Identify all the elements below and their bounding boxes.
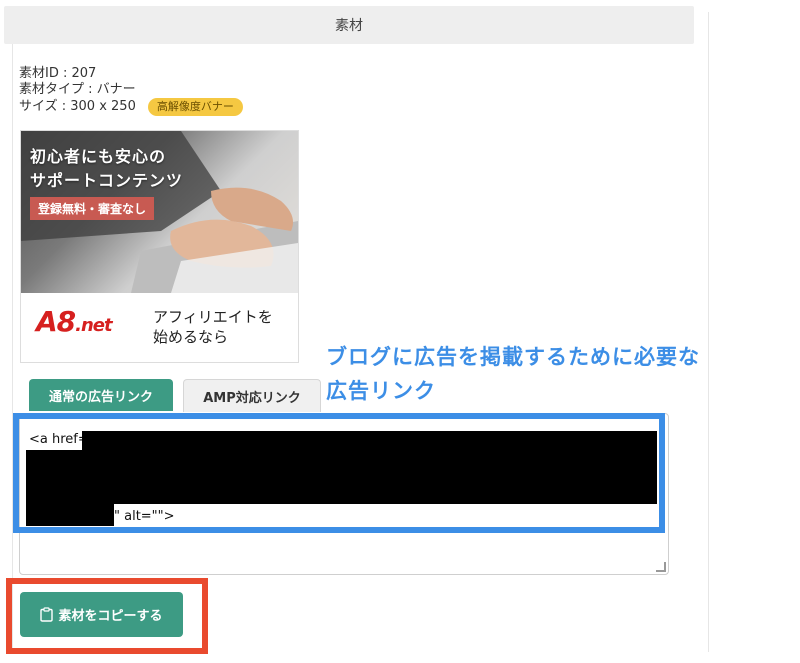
- material-type: 素材タイプ : バナー: [19, 82, 136, 97]
- banner-cta-line-1: アフィリエイトを: [153, 308, 273, 326]
- material-id: 素材ID : 207: [19, 66, 97, 81]
- annotation-line-2: 広告リンク: [326, 379, 436, 403]
- banner-tag: 登録無料・審査なし: [30, 197, 155, 220]
- banner-cta-line-2: 始めるなら: [153, 328, 229, 346]
- a8net-logo: A8.net: [36, 305, 113, 341]
- panel-header: 素材: [4, 6, 694, 44]
- resize-handle-icon[interactable]: [656, 562, 666, 572]
- panel-title: 素材: [335, 18, 363, 34]
- banner-cta: アフィリエイトを 始めるなら: [153, 307, 273, 347]
- banner-preview: 初心者にも安心の サポートコンテンツ 登録無料・審査なし A8.net アフィリ…: [20, 130, 299, 363]
- annotation-text: ブログに広告を掲載するために必要な 広告リンク: [326, 340, 700, 408]
- banner-bottom: A8.net アフィリエイトを 始めるなら: [21, 293, 298, 362]
- high-resolution-badge: 高解像度バナー: [147, 98, 243, 116]
- material-info: 素材ID : 207 素材タイプ : バナー サイズ : 300 x 250 高…: [19, 66, 243, 116]
- a8-logo-sub: .net: [75, 315, 112, 336]
- banner-headline-1: 初心者にも安心の: [30, 147, 167, 166]
- material-size: サイズ : 300 x 250: [19, 99, 136, 114]
- canvas: 素材 素材ID : 207 素材タイプ : バナー サイズ : 300 x 25…: [0, 0, 800, 663]
- copy-highlight-frame: [6, 578, 208, 654]
- code-highlight-frame: [13, 413, 665, 533]
- a8-logo-main: A8: [36, 305, 76, 338]
- banner-headline-2: サポートコンテンツ: [30, 171, 184, 190]
- banner-photo: 初心者にも安心の サポートコンテンツ 登録無料・審査なし: [21, 131, 298, 293]
- tab-amp-link[interactable]: AMP対応リンク: [183, 379, 321, 412]
- tab-standard-link[interactable]: 通常の広告リンク: [29, 379, 173, 411]
- annotation-line-1: ブログに広告を掲載するために必要な: [326, 345, 700, 369]
